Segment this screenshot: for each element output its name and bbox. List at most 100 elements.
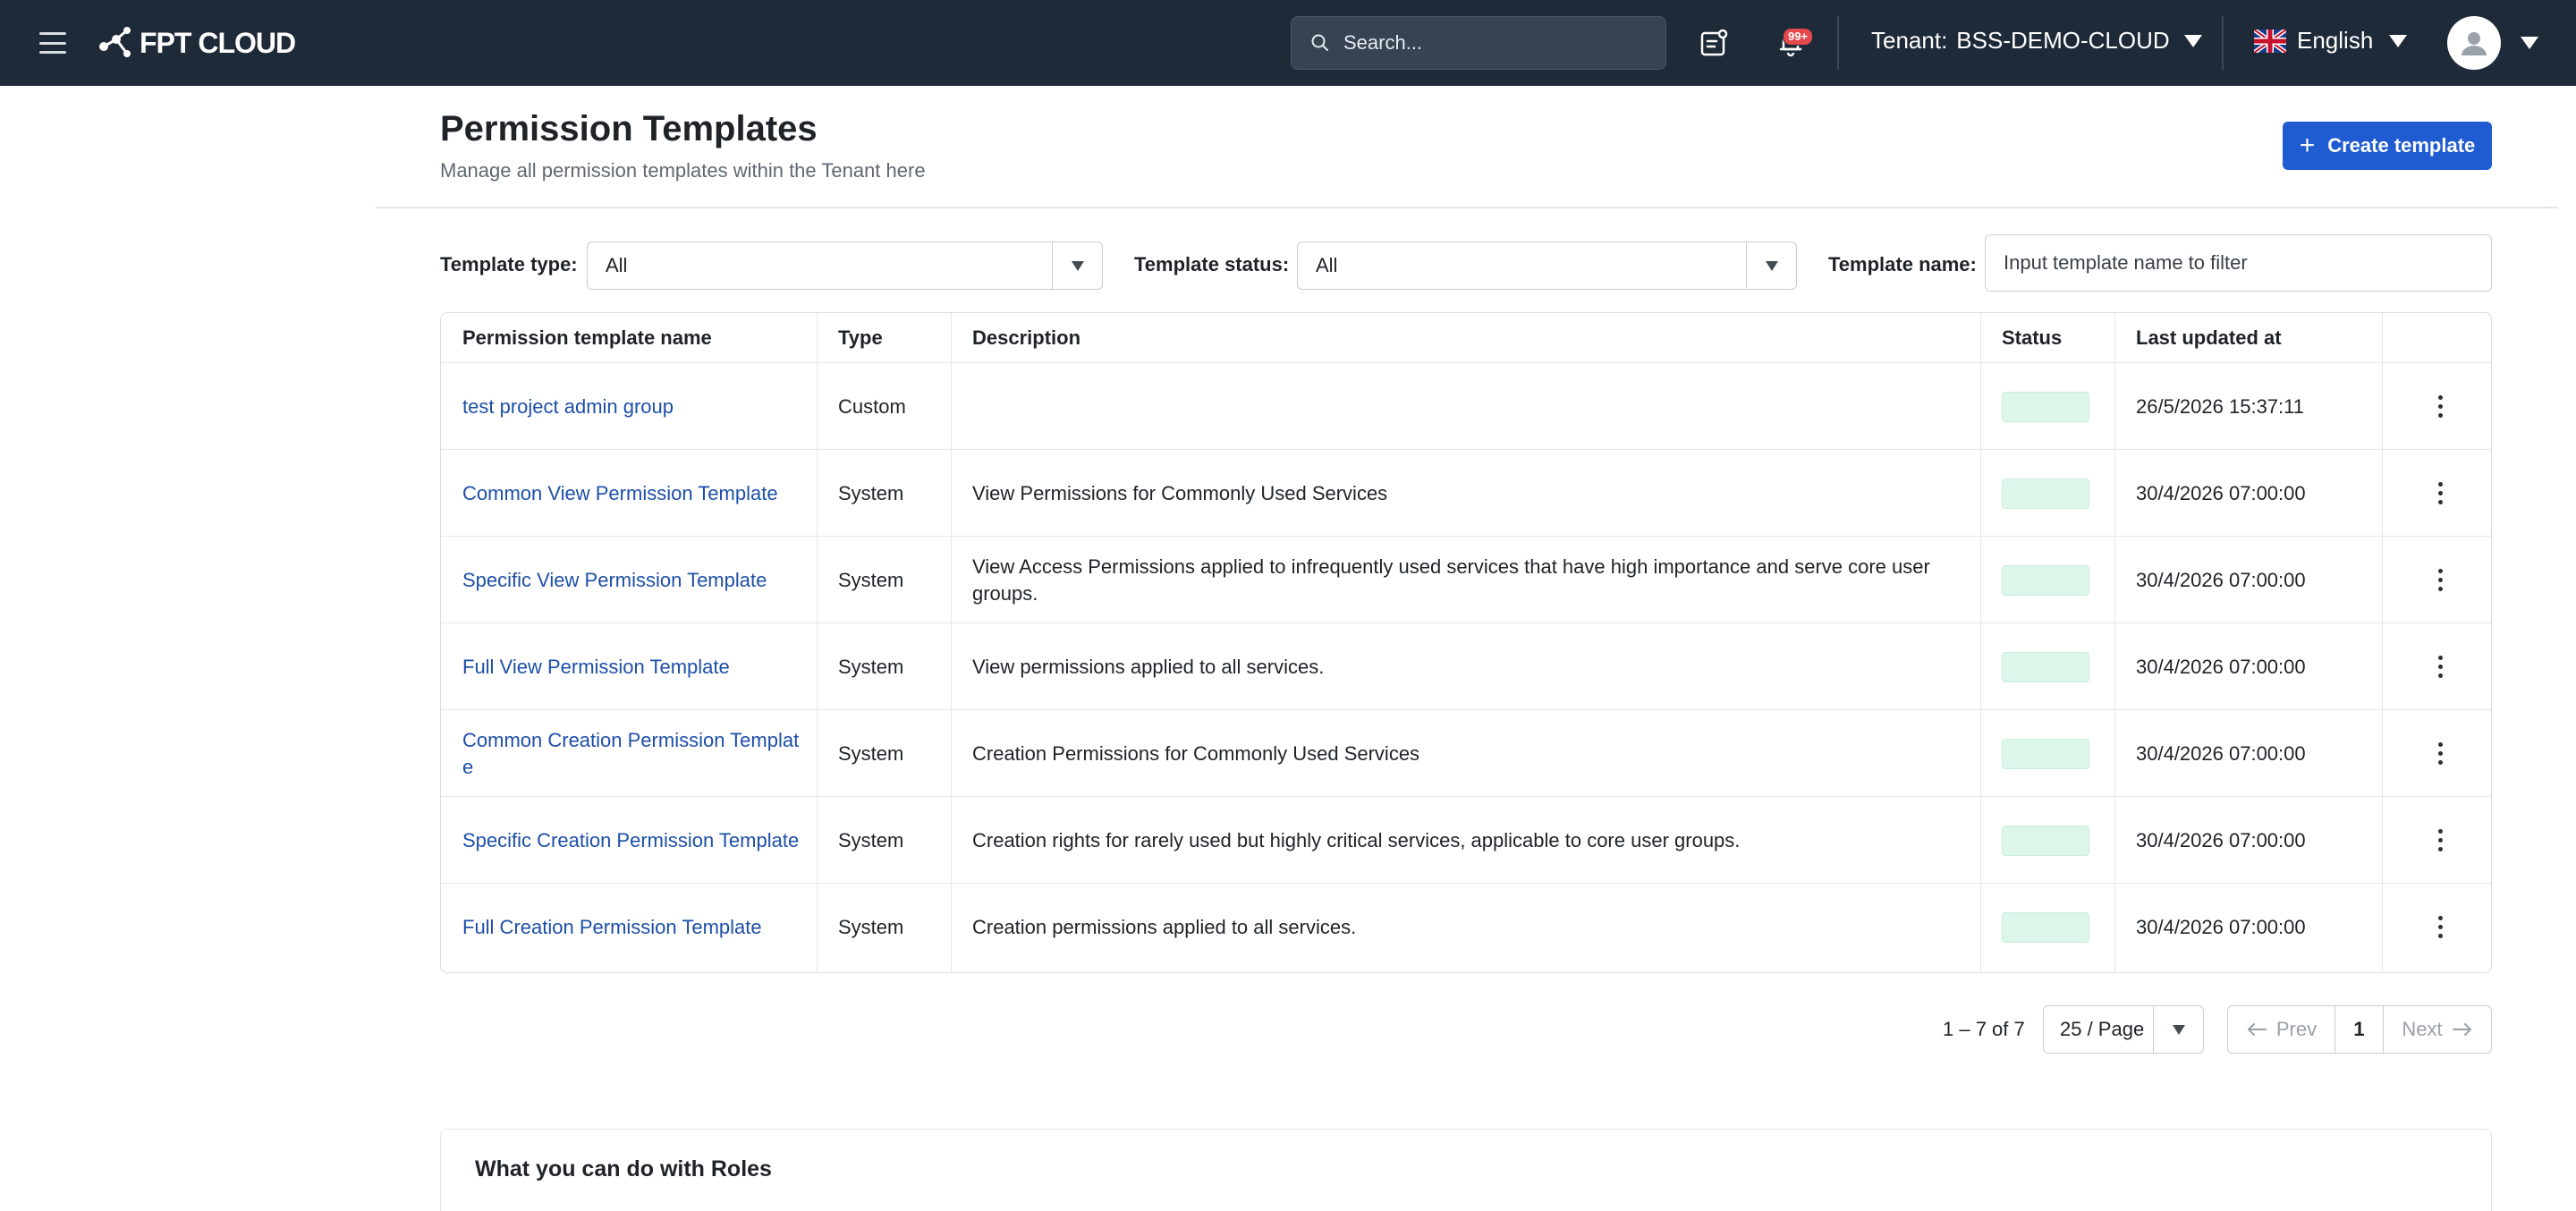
page-size-select[interactable]: 25 / Page [2043, 1005, 2204, 1054]
template-updated-cell: 30/4/2026 07:00:00 [2136, 828, 2306, 851]
user-avatar[interactable] [2447, 16, 2501, 70]
template-name-link[interactable]: Full View Permission Template [441, 623, 817, 710]
create-template-button[interactable]: + Create template [2283, 122, 2492, 170]
caret-down-icon [2172, 1024, 2185, 1035]
pagination-range: 1 – 7 of 7 [1943, 1018, 2025, 1040]
template-status-select[interactable]: All [1297, 241, 1797, 290]
template-description-cell: View permissions applied to all services… [972, 655, 1325, 678]
template-name-link[interactable]: Specific View Permission Template [441, 537, 817, 623]
row-actions-icon[interactable] [2427, 710, 2453, 797]
template-type-value: All [606, 254, 628, 276]
template-status-cell [1980, 363, 2114, 450]
status-badge [2002, 391, 2089, 422]
next-label: Next [2402, 1018, 2443, 1040]
template-type-cell: System [838, 915, 904, 938]
status-badge [2002, 478, 2089, 509]
status-badge [2002, 911, 2089, 943]
table-row: Full Creation Permission Template System… [441, 883, 2491, 970]
template-description-cell: Creation permissions applied to all serv… [972, 915, 1357, 938]
uk-flag-icon [2254, 29, 2286, 53]
template-name-input[interactable] [1985, 234, 2492, 292]
status-badge [2002, 825, 2089, 856]
row-actions-icon[interactable] [2427, 884, 2453, 970]
prev-page-button[interactable]: Prev [2228, 1006, 2335, 1053]
template-name-label: Template name: [1828, 253, 1977, 275]
page-size-value: 25 / Page [2060, 1018, 2145, 1040]
template-status-cell [1980, 797, 2114, 884]
row-actions-icon[interactable] [2427, 797, 2453, 884]
navbar-divider [2222, 16, 2224, 70]
create-template-label: Create template [2327, 134, 2476, 157]
template-status-cell [1980, 450, 2114, 537]
caret-down-icon[interactable] [2521, 37, 2538, 49]
tenant-value: BSS-DEMO-CLOUD [1956, 27, 2170, 54]
template-updated-cell: 30/4/2026 07:00:00 [2136, 915, 2306, 938]
arrow-right-icon [2452, 1023, 2471, 1036]
info-card-title: What you can do with Roles [475, 1156, 772, 1181]
template-name-link[interactable]: test project admin group [441, 363, 817, 450]
template-type-select[interactable]: All [587, 241, 1103, 290]
row-actions-icon[interactable] [2427, 623, 2453, 710]
roles-info-card: What you can do with Roles [440, 1129, 2492, 1211]
brand-logo[interactable]: FPT CLOUD [97, 25, 296, 61]
column-header-status[interactable]: Status [1980, 313, 2114, 362]
top-navbar: FPT CLOUD 99+ Tenant: BSS-DEMO-CLOUD [0, 0, 2576, 86]
template-description-cell [951, 363, 1980, 450]
page-number-button[interactable]: 1 [2335, 1006, 2384, 1053]
caret-down-icon [2389, 34, 2408, 47]
language-selector[interactable]: English [2254, 27, 2408, 55]
template-status-value: All [1316, 254, 1338, 276]
page-subtitle: Manage all permission templates within t… [440, 159, 926, 182]
row-actions-icon[interactable] [2427, 537, 2453, 623]
template-description-cell: Creation rights for rarely used but high… [972, 828, 1741, 851]
caret-down-icon [2183, 34, 2202, 47]
template-status-label: Template status: [1134, 253, 1290, 275]
header-divider [376, 207, 2558, 208]
template-status-cell [1980, 710, 2114, 797]
template-type-cell: System [838, 655, 904, 678]
template-name-link[interactable]: Specific Creation Permission Template [441, 797, 817, 884]
row-actions-icon[interactable] [2427, 450, 2453, 537]
tenant-label: Tenant: [1871, 27, 1948, 54]
template-updated-cell: 30/4/2026 07:00:00 [2136, 655, 2306, 678]
template-type-cell: Custom [838, 394, 906, 418]
global-search[interactable] [1291, 16, 1666, 70]
table-row: Common View Permission Template System V… [441, 449, 2491, 537]
caret-down-icon [1765, 260, 1778, 271]
dropdown-toggle[interactable] [1746, 242, 1796, 289]
dropdown-toggle[interactable] [2153, 1006, 2203, 1053]
fpt-logo-icon [99, 27, 131, 57]
template-type-cell: System [838, 568, 904, 591]
table-row: Specific Creation Permission Template Sy… [441, 796, 2491, 884]
menu-icon[interactable] [39, 32, 66, 54]
template-status-cell [1980, 623, 2114, 710]
template-description-cell: View Access Permissions applied to infre… [972, 555, 1930, 605]
ticket-button[interactable] [1696, 25, 1732, 61]
template-updated-cell: 30/4/2026 07:00:00 [2136, 568, 2306, 591]
template-type-label: Template type: [440, 253, 578, 275]
search-input[interactable] [1343, 31, 1648, 55]
page-title: Permission Templates [440, 109, 818, 148]
tenant-selector[interactable]: Tenant: BSS-DEMO-CLOUD [1871, 27, 2202, 55]
navbar-divider [1837, 16, 1839, 70]
notification-badge: 99+ [1783, 28, 1814, 46]
row-actions-icon[interactable] [2427, 363, 2453, 450]
permission-templates-table: Permission template name Type Descriptio… [440, 312, 2492, 973]
dropdown-toggle[interactable] [1052, 242, 1102, 289]
column-header-last-updated[interactable]: Last updated at [2114, 313, 2382, 362]
column-header-description[interactable]: Description [951, 313, 1980, 362]
column-header-type[interactable]: Type [817, 313, 951, 362]
search-icon [1311, 34, 1328, 51]
arrow-left-icon [2247, 1023, 2267, 1036]
column-header-name[interactable]: Permission template name [441, 313, 817, 362]
plus-icon: + [2299, 131, 2316, 160]
next-page-button[interactable]: Next [2384, 1006, 2491, 1053]
table-row: test project admin group Custom 26/5/202… [441, 362, 2491, 450]
template-name-link[interactable]: Full Creation Permission Template [441, 884, 817, 970]
template-type-cell: System [838, 828, 904, 851]
template-name-link[interactable]: Common View Permission Template [441, 450, 817, 537]
template-updated-cell: 26/5/2026 15:37:11 [2136, 394, 2304, 418]
template-name-link[interactable]: Common Creation Permission Template [441, 710, 817, 797]
brand-name: FPT CLOUD [140, 26, 296, 59]
user-icon [2462, 32, 2487, 55]
